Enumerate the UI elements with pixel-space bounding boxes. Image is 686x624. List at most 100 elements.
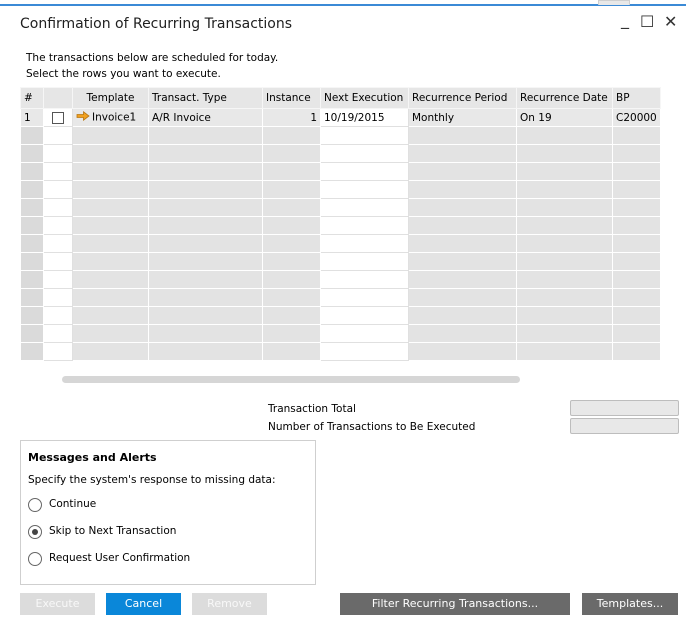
grid-cell[interactable] — [320, 162, 409, 181]
grid-cell[interactable] — [408, 198, 517, 217]
grid-cell[interactable] — [148, 198, 263, 217]
grid-cell[interactable] — [20, 144, 44, 163]
grid-cell[interactable] — [516, 198, 613, 217]
minimize-icon[interactable]: _ — [621, 12, 629, 28]
grid-cell[interactable] — [148, 306, 263, 325]
bp-cell[interactable]: C20000 — [612, 108, 661, 127]
grid-cell[interactable] — [408, 126, 517, 145]
table-row[interactable] — [20, 306, 661, 325]
grid-cell[interactable] — [148, 342, 263, 361]
grid-cell[interactable] — [408, 252, 517, 271]
grid-cell[interactable] — [20, 324, 44, 343]
grid-cell[interactable] — [148, 144, 263, 163]
grid-cell[interactable] — [612, 324, 661, 343]
cancel-button[interactable]: Cancel — [106, 593, 181, 615]
grid-cell[interactable] — [408, 342, 517, 361]
grid-cell[interactable] — [408, 288, 517, 307]
col-header-recurrence-date[interactable]: Recurrence Date — [516, 87, 613, 109]
grid-cell[interactable] — [148, 252, 263, 271]
grid-cell[interactable] — [612, 234, 661, 253]
grid-cell[interactable] — [262, 144, 321, 163]
grid-cell[interactable] — [20, 252, 44, 271]
recurrence-date-cell[interactable]: On 19 — [516, 108, 613, 127]
radio-circle[interactable] — [28, 525, 42, 539]
grid-cell[interactable] — [408, 144, 517, 163]
grid-cell[interactable] — [320, 306, 409, 325]
table-row[interactable]: 1 Invoice1 A/R Invoice 1 10/19/2015 Mont… — [20, 108, 661, 127]
template-cell[interactable]: Invoice1 — [72, 108, 149, 127]
grid-cell[interactable] — [262, 306, 321, 325]
grid-cell[interactable] — [612, 162, 661, 181]
grid-cell[interactable] — [43, 252, 73, 271]
col-header-type[interactable]: Transact. Type — [148, 87, 263, 109]
grid-cell[interactable] — [320, 144, 409, 163]
grid-cell[interactable] — [408, 162, 517, 181]
grid-cell[interactable] — [20, 234, 44, 253]
grid-cell[interactable] — [72, 198, 149, 217]
radio-label-skip[interactable]: Skip to Next Transaction — [49, 525, 176, 537]
grid-cell[interactable] — [20, 216, 44, 235]
grid-cell[interactable] — [148, 180, 263, 199]
row-number[interactable]: 1 — [20, 108, 44, 127]
grid-cell[interactable] — [72, 180, 149, 199]
horizontal-scrollbar[interactable] — [62, 376, 520, 383]
grid-cell[interactable] — [612, 126, 661, 145]
grid-cell[interactable] — [43, 270, 73, 289]
grid-cell[interactable] — [20, 162, 44, 181]
grid-cell[interactable] — [408, 234, 517, 253]
grid-cell[interactable] — [20, 342, 44, 361]
grid-cell[interactable] — [72, 144, 149, 163]
grid-cell[interactable] — [320, 216, 409, 235]
table-row[interactable] — [20, 126, 661, 145]
grid-cell[interactable] — [320, 180, 409, 199]
grid-cell[interactable] — [612, 180, 661, 199]
grid-cell[interactable] — [516, 288, 613, 307]
radio-circle[interactable] — [28, 498, 42, 512]
grid-cell[interactable] — [612, 216, 661, 235]
grid-cell[interactable] — [262, 342, 321, 361]
close-icon[interactable]: ✕ — [664, 14, 677, 30]
grid-cell[interactable] — [516, 162, 613, 181]
grid-cell[interactable] — [72, 324, 149, 343]
grid-cell[interactable] — [320, 126, 409, 145]
grid-cell[interactable] — [262, 162, 321, 181]
grid-cell[interactable] — [43, 144, 73, 163]
instance-cell[interactable]: 1 — [262, 108, 321, 127]
grid-cell[interactable] — [516, 252, 613, 271]
templates-button[interactable]: Templates... — [582, 593, 678, 615]
grid-cell[interactable] — [262, 198, 321, 217]
grid-cell[interactable] — [72, 306, 149, 325]
grid-cell[interactable] — [148, 288, 263, 307]
grid-cell[interactable] — [262, 252, 321, 271]
grid-cell[interactable] — [612, 306, 661, 325]
next-execution-cell[interactable]: 10/19/2015 — [320, 108, 409, 127]
grid-cell[interactable] — [262, 288, 321, 307]
maximize-icon[interactable]: ☐ — [640, 14, 654, 30]
grid-cell[interactable] — [262, 180, 321, 199]
table-row[interactable] — [20, 234, 661, 253]
grid-cell[interactable] — [320, 198, 409, 217]
col-header-select[interactable] — [43, 87, 73, 109]
grid-cell[interactable] — [148, 126, 263, 145]
grid-cell[interactable] — [20, 270, 44, 289]
grid-cell[interactable] — [72, 288, 149, 307]
grid-cell[interactable] — [516, 180, 613, 199]
grid-cell[interactable] — [72, 252, 149, 271]
grid-cell[interactable] — [148, 270, 263, 289]
grid-cell[interactable] — [612, 144, 661, 163]
grid-cell[interactable] — [408, 216, 517, 235]
grid-cell[interactable] — [43, 216, 73, 235]
remove-button[interactable]: Remove — [192, 593, 267, 615]
grid-cell[interactable] — [20, 126, 44, 145]
grid-cell[interactable] — [43, 234, 73, 253]
grid-cell[interactable] — [516, 234, 613, 253]
table-row[interactable] — [20, 270, 661, 289]
table-row[interactable] — [20, 252, 661, 271]
type-cell[interactable]: A/R Invoice — [148, 108, 263, 127]
grid-cell[interactable] — [516, 216, 613, 235]
grid-cell[interactable] — [72, 126, 149, 145]
row-select-checkbox[interactable] — [52, 111, 64, 124]
filter-recurring-transactions-button[interactable]: Filter Recurring Transactions... — [340, 593, 570, 615]
recurrence-period-cell[interactable]: Monthly — [408, 108, 517, 127]
grid-cell[interactable] — [516, 270, 613, 289]
